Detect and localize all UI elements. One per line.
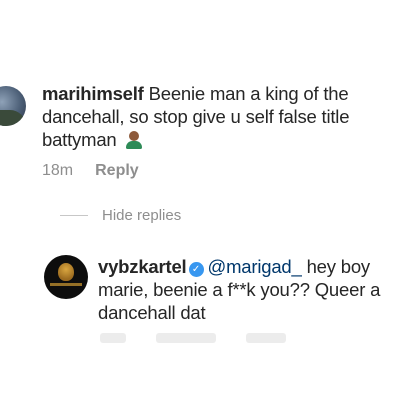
divider-line bbox=[60, 215, 88, 216]
comment-body: marihimself Beenie man a king of the dan… bbox=[42, 82, 388, 151]
comment-username[interactable]: vybzkartel bbox=[98, 256, 187, 277]
comment-username[interactable]: marihimself bbox=[42, 83, 144, 104]
faded-timestamp bbox=[100, 333, 126, 343]
mention-link[interactable]: @marigad_ bbox=[208, 256, 302, 277]
faded-comment-meta bbox=[100, 333, 286, 343]
faded-reply bbox=[246, 333, 286, 343]
comment-timestamp: 18m bbox=[42, 162, 74, 179]
reply-button[interactable]: Reply bbox=[95, 162, 139, 180]
avatar[interactable] bbox=[44, 255, 88, 299]
hide-replies-label[interactable]: Hide replies bbox=[102, 207, 181, 224]
avatar[interactable] bbox=[0, 86, 26, 126]
person-emoji-icon bbox=[125, 131, 143, 149]
comment-body: vybzkartel ✓ @marigad_ hey boy marie, been… bbox=[98, 255, 386, 324]
comment-meta: 18m Reply bbox=[42, 162, 139, 180]
hide-replies-toggle[interactable]: Hide replies bbox=[60, 207, 181, 224]
verified-badge-icon: ✓ bbox=[188, 262, 204, 277]
faded-likes bbox=[156, 333, 216, 343]
